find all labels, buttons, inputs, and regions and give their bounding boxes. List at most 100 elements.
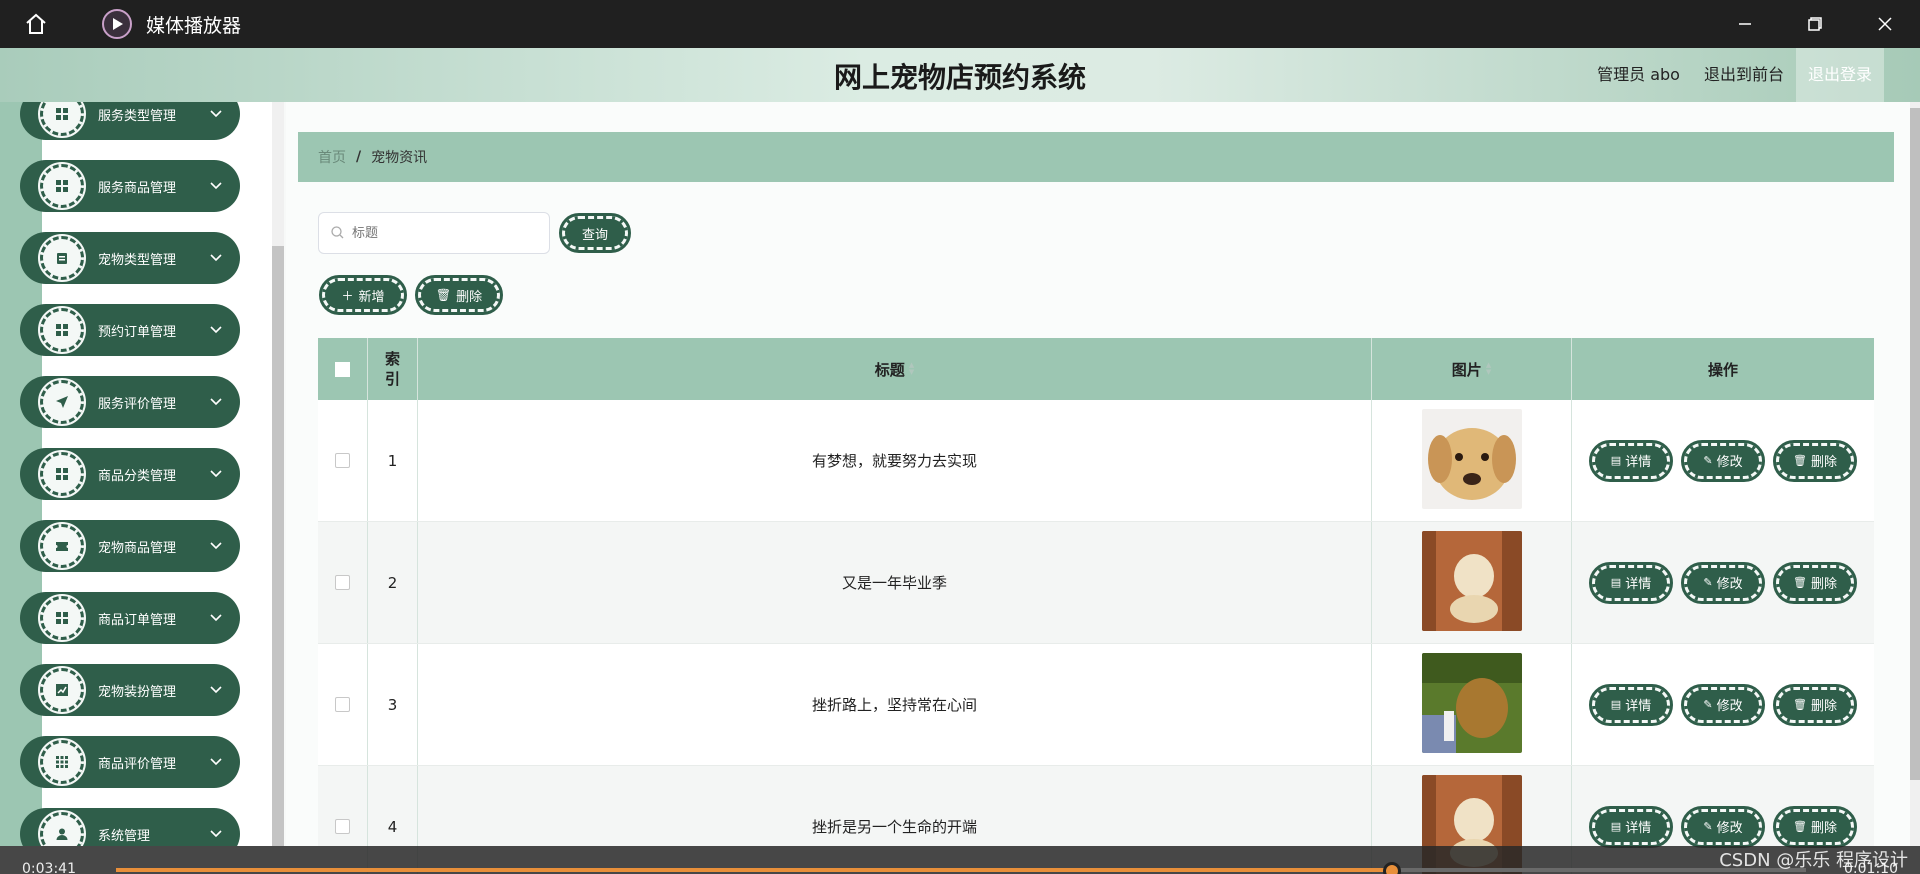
clipboard-icon bbox=[38, 234, 86, 282]
add-button[interactable]: ＋ 新增 bbox=[319, 275, 407, 315]
search-box[interactable] bbox=[318, 212, 550, 254]
row-checkbox[interactable] bbox=[335, 819, 350, 834]
sidebar-item[interactable]: 预约订单管理 bbox=[20, 304, 240, 356]
header-image[interactable]: 图片 ▲ ▼ bbox=[1372, 338, 1572, 400]
chevron-down-icon[interactable] bbox=[210, 395, 222, 409]
header-ops-label: 操作 bbox=[1707, 360, 1738, 379]
chevron-down-icon[interactable] bbox=[210, 539, 222, 553]
row-checkbox-cell bbox=[318, 522, 368, 643]
search-input[interactable] bbox=[352, 225, 532, 241]
edit-button[interactable]: ✎ 修改 bbox=[1681, 561, 1765, 604]
sidebar-item-label: 宠物装扮管理 bbox=[98, 684, 177, 700]
delete-label: 删除 bbox=[1810, 577, 1837, 592]
sidebar-item[interactable]: 服务类型管理 bbox=[20, 102, 240, 140]
row-index: 3 bbox=[368, 644, 418, 765]
edit-button[interactable]: ✎ 修改 bbox=[1681, 805, 1765, 848]
delete-button[interactable]: 🗑 删除 bbox=[1773, 683, 1857, 726]
detail-label: 详情 bbox=[1625, 699, 1652, 714]
watermark: CSDN @乐乐 程序设计 bbox=[1719, 850, 1908, 871]
chevron-down-icon[interactable] bbox=[210, 683, 222, 697]
chevron-down-icon[interactable] bbox=[210, 323, 222, 337]
select-all-checkbox[interactable] bbox=[335, 361, 350, 377]
header-title[interactable]: 标题 ▲ ▼ bbox=[418, 338, 1372, 400]
sidebar-item-label: 宠物商品管理 bbox=[98, 540, 177, 556]
grid-icon bbox=[38, 450, 86, 498]
sort-icon[interactable]: ▲ ▼ bbox=[909, 362, 914, 376]
detail-button[interactable]: ▤ 详情 bbox=[1589, 805, 1673, 848]
chevron-down-icon[interactable] bbox=[210, 755, 222, 769]
chevron-down-icon[interactable] bbox=[210, 827, 222, 841]
sidebar-item[interactable]: 服务评价管理 bbox=[20, 376, 240, 428]
trash-icon: 🗑 bbox=[1793, 820, 1807, 833]
logout-link[interactable]: 退出登录 bbox=[1795, 48, 1884, 102]
detail-label: 详情 bbox=[1625, 821, 1652, 836]
sidebar-item-label: 商品订单管理 bbox=[98, 612, 177, 628]
search-button[interactable]: 查询 bbox=[559, 213, 631, 253]
apps-icon bbox=[38, 738, 86, 786]
row-image-cell bbox=[1372, 644, 1572, 765]
sort-icon[interactable]: ▲ ▼ bbox=[1486, 362, 1491, 376]
detail-button[interactable]: ▤ 详情 bbox=[1589, 561, 1673, 604]
delete-button[interactable]: 🗑 删除 bbox=[1773, 805, 1857, 848]
elapsed-time: 0:03:41 bbox=[22, 861, 76, 874]
sidebar-item-label: 服务商品管理 bbox=[98, 180, 177, 196]
select-all-cell bbox=[318, 338, 368, 400]
header-index-label: 索引 bbox=[384, 350, 400, 388]
detail-button[interactable]: ▤ 详情 bbox=[1589, 439, 1673, 482]
sidebar-item[interactable]: 服务商品管理 bbox=[20, 160, 240, 212]
sidebar-scrollbar-thumb[interactable] bbox=[272, 246, 284, 846]
sidebar-item[interactable]: 宠物装扮管理 bbox=[20, 664, 240, 716]
pet-thumbnail[interactable] bbox=[1421, 408, 1522, 513]
row-title: 挫折路上，坚持常在心间 bbox=[418, 644, 1372, 765]
grid-icon bbox=[38, 306, 86, 354]
row-index: 2 bbox=[368, 522, 418, 643]
search-icon bbox=[331, 224, 344, 243]
home-icon[interactable] bbox=[18, 6, 54, 42]
progress-fill bbox=[116, 868, 1392, 872]
window-title: 媒体播放器 bbox=[146, 14, 242, 37]
send-icon bbox=[38, 378, 86, 426]
main-scrollbar-thumb[interactable] bbox=[1910, 108, 1920, 780]
row-ops: ▤ 详情 ✎ 修改 🗑 删除 bbox=[1572, 400, 1874, 521]
chevron-down-icon[interactable] bbox=[210, 467, 222, 481]
row-checkbox[interactable] bbox=[335, 453, 350, 468]
back-to-front-link[interactable]: 退出到前台 bbox=[1692, 48, 1796, 102]
header-image-label: 图片 bbox=[1451, 360, 1482, 379]
detail-button[interactable]: ▤ 详情 bbox=[1589, 683, 1673, 726]
news-table: 索引 标题 ▲ ▼ 图片 ▲ ▼ 操作 1 有梦想，就要努力去实现 ▤ 详情 ✎ 修改 🗑 删除 2… bbox=[318, 338, 1874, 874]
row-checkbox[interactable] bbox=[335, 575, 350, 590]
sidebar-item[interactable]: 宠物类型管理 bbox=[20, 232, 240, 284]
trash-icon: 🗑 bbox=[1793, 698, 1807, 711]
breadcrumb-home[interactable]: 首页 bbox=[318, 147, 346, 167]
edit-label: 修改 bbox=[1716, 455, 1743, 470]
admin-label: 管理员 abo bbox=[1597, 65, 1680, 84]
trash-icon: 🗑 bbox=[435, 288, 452, 302]
batch-delete-button[interactable]: 🗑 删除 bbox=[415, 275, 503, 315]
sidebar-item[interactable]: 商品分类管理 bbox=[20, 448, 240, 500]
edit-label: 修改 bbox=[1716, 699, 1743, 714]
trash-icon: 🗑 bbox=[1793, 454, 1807, 467]
chevron-down-icon[interactable] bbox=[210, 251, 222, 265]
sidebar-item[interactable]: 商品评价管理 bbox=[20, 736, 240, 788]
chevron-down-icon[interactable] bbox=[210, 107, 222, 121]
chevron-down-icon[interactable] bbox=[210, 179, 222, 193]
delete-button[interactable]: 🗑 删除 bbox=[1773, 561, 1857, 604]
delete-button[interactable]: 🗑 删除 bbox=[1773, 439, 1857, 482]
progress-knob[interactable] bbox=[1382, 862, 1401, 874]
pet-thumbnail[interactable] bbox=[1421, 652, 1522, 757]
row-index: 1 bbox=[368, 400, 418, 521]
restore-button[interactable] bbox=[1780, 0, 1850, 48]
breadcrumb-current: 宠物资讯 bbox=[371, 150, 428, 166]
chevron-down-icon[interactable] bbox=[210, 611, 222, 625]
row-checkbox[interactable] bbox=[335, 697, 350, 712]
trash-icon: 🗑 bbox=[1793, 576, 1807, 589]
sidebar-item[interactable]: 系统管理 bbox=[20, 808, 240, 846]
edit-button[interactable]: ✎ 修改 bbox=[1681, 439, 1765, 482]
minimize-button[interactable] bbox=[1710, 0, 1780, 48]
sidebar-item[interactable]: 商品订单管理 bbox=[20, 592, 240, 644]
close-button[interactable] bbox=[1850, 0, 1920, 48]
pet-thumbnail[interactable] bbox=[1421, 530, 1522, 635]
edit-button[interactable]: ✎ 修改 bbox=[1681, 683, 1765, 726]
delete-label: 删除 bbox=[1810, 699, 1837, 714]
sidebar-item[interactable]: 宠物商品管理 bbox=[20, 520, 240, 572]
